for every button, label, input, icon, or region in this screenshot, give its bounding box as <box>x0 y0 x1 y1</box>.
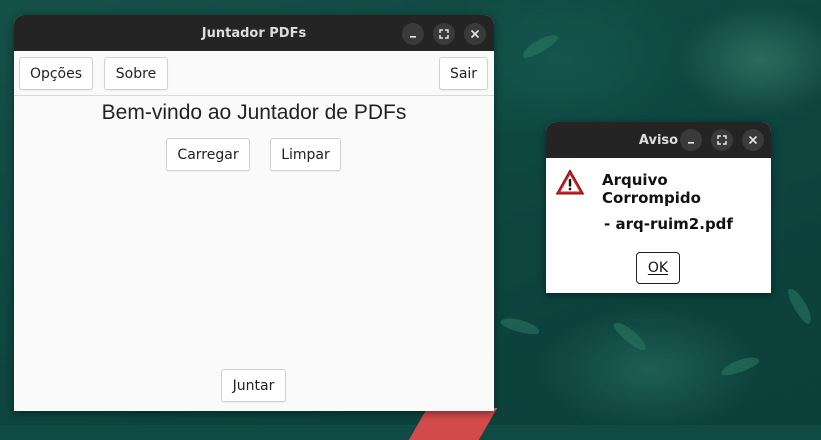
load-button-label: Carregar <box>177 146 239 163</box>
corrupted-file-name: - arq-ruim2.pdf <box>604 215 733 233</box>
dialog-minimize-button[interactable] <box>680 129 702 151</box>
exit-button-label: Sair <box>449 65 478 82</box>
load-button[interactable]: Carregar <box>166 138 250 171</box>
main-window: Juntador PDFs Opções Sobre Sair Bem-vind… <box>14 15 494 411</box>
about-button-label: Sobre <box>115 65 157 82</box>
dialog-maximize-button[interactable] <box>711 129 733 151</box>
warning-icon <box>556 169 584 195</box>
menubar: Opções Sobre Sair <box>14 51 494 96</box>
merge-button[interactable]: Juntar <box>221 369 286 402</box>
dialog-heading: Arquivo Corrompido <box>602 171 701 207</box>
desktop-leaf <box>784 285 816 327</box>
maximize-icon <box>717 135 727 145</box>
dialog-titlebar[interactable]: Aviso <box>546 122 771 158</box>
desktop-leaf <box>719 353 761 379</box>
about-button[interactable]: Sobre <box>104 57 168 90</box>
clear-button[interactable]: Limpar <box>270 138 341 171</box>
main-titlebar[interactable]: Juntador PDFs <box>14 15 494 51</box>
dialog-window-controls <box>680 129 764 151</box>
warning-dialog: Aviso Arquivo Corrompido - arq-ruim2.pdf… <box>546 122 771 293</box>
desktop-leaf <box>499 315 541 337</box>
options-button-label: Opções <box>29 65 83 82</box>
options-button[interactable]: Opções <box>19 57 93 90</box>
desktop-leaf <box>519 30 561 62</box>
maximize-button[interactable] <box>433 23 455 45</box>
ok-button[interactable]: OK <box>636 252 680 284</box>
clear-button-label: Limpar <box>281 146 330 163</box>
desktop-red-shape <box>408 408 498 440</box>
welcome-heading: Bem-vindo ao Juntador de PDFs <box>101 101 407 124</box>
desktop-leaf <box>610 318 650 354</box>
exit-button[interactable]: Sair <box>439 57 488 90</box>
maximize-icon <box>439 29 449 39</box>
close-icon <box>470 29 480 39</box>
merge-button-label: Juntar <box>232 377 275 394</box>
close-icon <box>748 135 758 145</box>
window-controls <box>402 23 486 45</box>
dialog-close-button[interactable] <box>742 129 764 151</box>
window-title: Juntador PDFs <box>201 25 307 41</box>
minimize-icon <box>410 36 416 38</box>
ok-button-label: OK <box>647 260 669 276</box>
minimize-icon <box>688 142 694 144</box>
dialog-title: Aviso <box>638 132 679 148</box>
dialog-body: Arquivo Corrompido - arq-ruim2.pdf OK <box>546 158 771 293</box>
close-button[interactable] <box>464 23 486 45</box>
minimize-button[interactable] <box>402 23 424 45</box>
